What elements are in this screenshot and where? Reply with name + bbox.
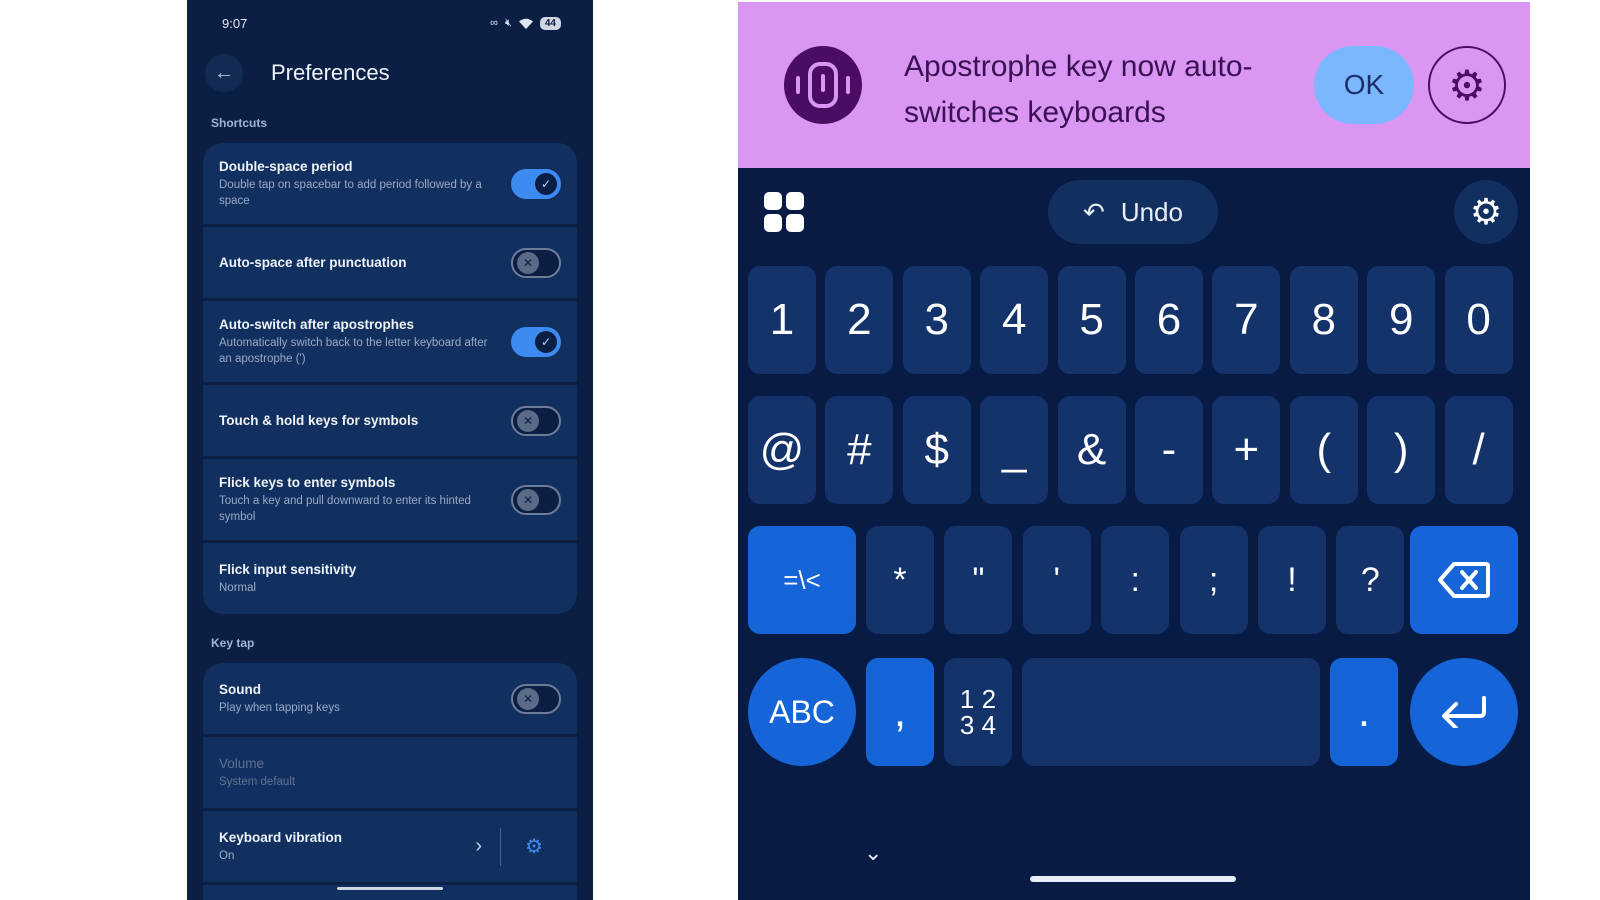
divider — [500, 827, 502, 866]
key-row1-1[interactable]: 2 — [825, 266, 894, 374]
key-row3-0[interactable]: * — [866, 526, 934, 634]
key-row2-0[interactable]: @ — [748, 396, 816, 504]
key-tap-group: Sound Play when tapping keys ✕ Volume Sy… — [203, 663, 577, 900]
key-row3-5[interactable]: ! — [1258, 526, 1326, 634]
link-icon: ∞ — [490, 17, 498, 29]
pref-auto-switch-apostrophes[interactable]: Auto-switch after apostrophes Automatica… — [203, 301, 577, 382]
status-time: 9:07 — [222, 15, 248, 31]
abc-key[interactable]: ABC — [748, 658, 856, 766]
section-title-key-tap: Key tap — [211, 636, 255, 650]
status-bar: 9:07 ∞ 🔇︎ 44 — [222, 14, 561, 32]
auto-switch-toggle[interactable]: ✓ — [511, 326, 561, 357]
vibration-settings-gear-icon[interactable]: ⚙ — [525, 834, 543, 859]
key-row1-2[interactable]: 3 — [902, 266, 971, 374]
more-symbols-key[interactable]: =\< — [748, 526, 856, 634]
battery-icon: 44 — [539, 16, 561, 30]
chevron-right-icon: › — [475, 835, 483, 857]
enter-key[interactable] — [1410, 658, 1518, 766]
key-row1-5[interactable]: 6 — [1135, 266, 1203, 374]
shortcuts-group: Double-space period Double tap on spaceb… — [203, 143, 577, 617]
key-row2-7[interactable]: ( — [1289, 396, 1358, 504]
pref-flick-sensitivity[interactable]: Flick input sensitivity Normal — [203, 543, 577, 614]
numpad-key[interactable]: 1 2 3 4 — [944, 658, 1012, 766]
home-indicator — [1030, 876, 1236, 882]
pref-keyboard-vibration[interactable]: Keyboard vibration On › ⚙ — [203, 811, 577, 882]
key-row3-1[interactable]: " — [944, 526, 1013, 634]
space-key[interactable] — [1022, 658, 1320, 766]
undo-button[interactable]: ↶ Undo — [1048, 180, 1218, 244]
x-icon: ✕ — [517, 687, 539, 710]
check-icon: ✓ — [535, 172, 557, 195]
key-row2-3[interactable]: _ — [980, 396, 1049, 504]
key-row1-0[interactable]: 1 — [748, 266, 816, 374]
sound-toggle[interactable]: ✕ — [511, 683, 561, 714]
key-row2-5[interactable]: - — [1135, 396, 1203, 504]
top-app-bar: ← Preferences — [205, 54, 575, 92]
preferences-screen: 9:07 ∞ 🔇︎ 44 ← Preferences Shortcuts Dou… — [187, 0, 593, 900]
key-row3-2[interactable]: ' — [1022, 526, 1091, 634]
key-row2-1[interactable]: # — [825, 396, 894, 504]
pref-auto-space-punctuation[interactable]: Auto-space after punctuation ✕ — [203, 227, 577, 298]
backspace-icon — [1438, 562, 1490, 598]
key-row1-7[interactable]: 8 — [1289, 266, 1358, 374]
mute-icon: 🔇︎ — [504, 16, 512, 29]
keyboard-settings-gear-icon[interactable]: ⚙ — [1454, 180, 1518, 244]
banner-message: Apostrophe key now auto-switches keyboar… — [904, 50, 1253, 129]
keyboard-screen: Apostrophe key now auto-switches keyboar… — [738, 2, 1530, 900]
touch-hold-toggle[interactable]: ✕ — [511, 405, 561, 436]
period-key[interactable]: . — [1330, 658, 1398, 766]
wifi-icon — [518, 18, 533, 29]
key-row2-6[interactable]: + — [1212, 396, 1281, 504]
apps-grid-icon[interactable] — [764, 192, 804, 232]
key-row1-3[interactable]: 4 — [980, 266, 1049, 374]
pref-touch-hold-symbols[interactable]: Touch & hold keys for symbols ✕ — [203, 385, 577, 456]
key-row2-9[interactable]: / — [1444, 396, 1513, 504]
auto-space-toggle[interactable]: ✕ — [511, 247, 561, 278]
check-icon: ✓ — [535, 330, 557, 353]
x-icon: ✕ — [517, 488, 539, 511]
pref-volume: Volume System default — [203, 737, 577, 808]
key-row3-4[interactable]: ; — [1179, 526, 1248, 634]
banner-ok-button[interactable]: OK — [1314, 46, 1414, 124]
banner-settings-gear-icon[interactable]: ⚙ — [1428, 46, 1506, 124]
key-row1-9[interactable]: 0 — [1444, 266, 1513, 374]
key-row2-2[interactable]: $ — [902, 396, 971, 504]
page-title: Preferences — [271, 60, 390, 85]
chevron-down-icon[interactable]: ⌄ — [864, 840, 882, 866]
key-row2-8[interactable]: ) — [1367, 396, 1436, 504]
flick-keys-toggle[interactable]: ✕ — [511, 484, 561, 515]
pref-sound[interactable]: Sound Play when tapping keys ✕ — [203, 663, 577, 734]
undo-arrow-icon: ↶ — [1083, 196, 1105, 227]
key-row3-3[interactable]: : — [1101, 526, 1170, 634]
key-row1-6[interactable]: 7 — [1212, 266, 1281, 374]
key-row3-6[interactable]: ? — [1336, 526, 1405, 634]
tip-banner: Apostrophe key now auto-switches keyboar… — [738, 2, 1530, 168]
pref-double-space-period[interactable]: Double-space period Double tap on spaceb… — [203, 143, 577, 224]
back-button[interactable]: ← — [205, 54, 243, 92]
enter-icon — [1442, 696, 1486, 728]
x-icon: ✕ — [517, 251, 539, 274]
double-space-period-toggle[interactable]: ✓ — [511, 168, 561, 199]
comma-key[interactable]: , — [866, 658, 934, 766]
backspace-key[interactable] — [1410, 526, 1518, 634]
key-row2-4[interactable]: & — [1057, 396, 1126, 504]
keyboard-switch-icon — [784, 46, 862, 124]
x-icon: ✕ — [517, 409, 539, 432]
arrow-left-icon: ← — [214, 61, 234, 84]
key-row1-8[interactable]: 9 — [1367, 266, 1436, 374]
home-indicator — [337, 887, 443, 890]
key-row1-4[interactable]: 5 — [1057, 266, 1126, 374]
pref-flick-keys-symbols[interactable]: Flick keys to enter symbols Touch a key … — [203, 459, 577, 540]
section-title-shortcuts: Shortcuts — [211, 116, 268, 130]
